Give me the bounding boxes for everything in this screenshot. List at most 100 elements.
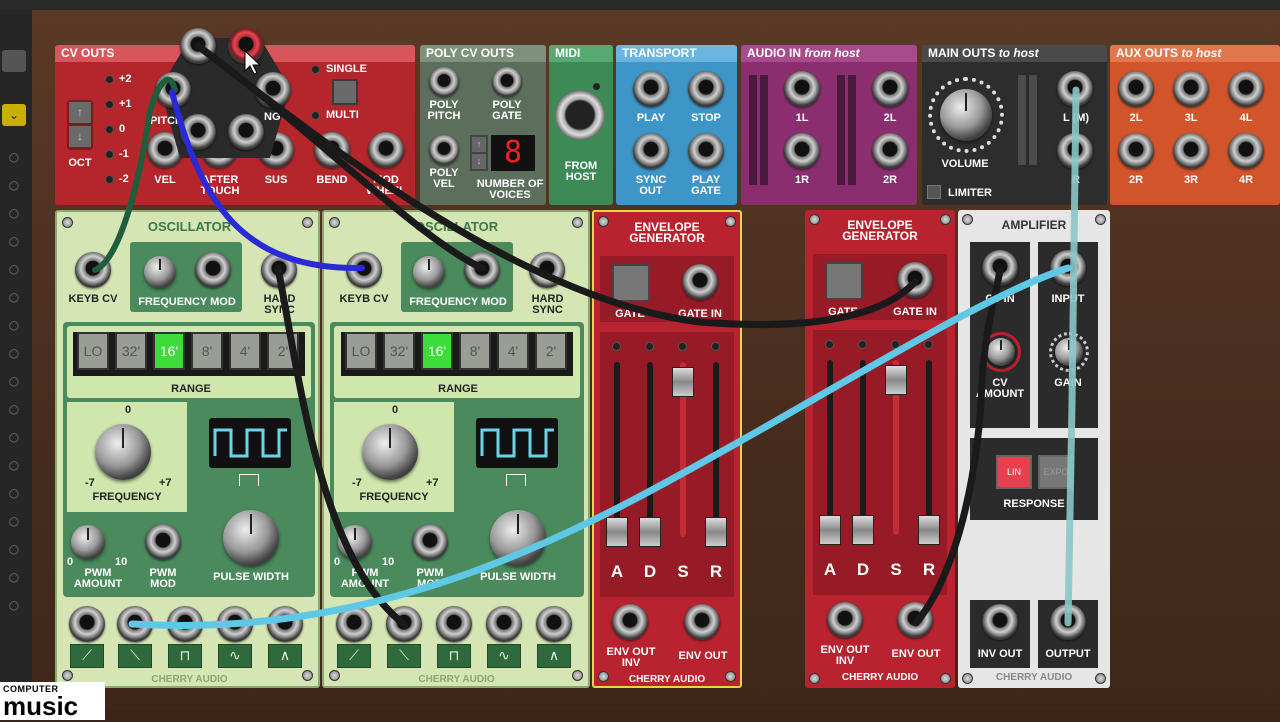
pulse-width-knob[interactable] [490,510,546,566]
ramp-out-jack[interactable] [117,606,153,642]
attack-slider[interactable] [819,515,841,545]
octave-down-button[interactable]: ↓ [69,126,91,147]
gate-button[interactable] [612,264,650,302]
freq-mod-knob[interactable] [413,256,445,288]
range-option-4[interactable]: 4' [497,332,529,370]
audio-in-2r-jack[interactable] [872,133,908,169]
bend-jack[interactable] [314,132,350,168]
sustain-slider[interactable] [885,365,907,395]
aux-3r-jack[interactable] [1173,133,1209,169]
audio-in-1l-jack[interactable] [784,71,820,107]
voices-up-button[interactable]: ↑ [472,137,486,152]
chevron-down-icon[interactable]: ⌄ [2,104,26,126]
sidebar-icon[interactable]: ○ [0,234,28,252]
freq-mod-knob[interactable] [144,256,176,288]
env-out-inv-jack[interactable] [827,602,863,638]
play-gate-jack[interactable] [688,133,724,169]
decay-slider[interactable] [639,517,661,547]
sidebar-icon[interactable]: ○ [0,346,28,364]
range-option-lo[interactable]: LO [345,332,377,370]
sidebar-icon[interactable]: ○ [0,514,28,532]
sidebar-icon[interactable]: ○ [0,598,28,616]
stop-jack[interactable] [688,71,724,107]
attack-slider[interactable] [606,517,628,547]
mod-wheel-jack[interactable] [368,132,404,168]
pwm-mod-jack[interactable] [145,524,181,560]
sine-out-jack[interactable] [486,606,522,642]
sustain-slider[interactable] [672,367,694,397]
poly-pitch-jack[interactable] [429,67,459,97]
pwm-amount-knob[interactable] [338,525,372,559]
range-option-16[interactable]: 16' [153,332,185,370]
triangle-out-jack[interactable] [267,606,303,642]
volume-knob[interactable] [940,89,992,141]
saw-out-jack[interactable] [336,606,372,642]
pulse-width-knob[interactable] [223,510,279,566]
voices-down-button[interactable]: ↓ [472,154,486,169]
input-jack[interactable] [1050,250,1086,286]
aux-3l-jack[interactable] [1173,71,1209,107]
range-option-32[interactable]: 32' [383,332,415,370]
cv-in-jack[interactable] [982,250,1018,286]
frequency-knob[interactable] [362,424,418,480]
env-out-jack[interactable] [684,604,720,640]
pwm-amount-knob[interactable] [71,525,105,559]
sine-out-jack[interactable] [217,606,253,642]
env-out-jack[interactable] [897,602,933,638]
octave-up-button[interactable]: ↑ [69,102,91,123]
hard-sync-jack[interactable] [261,252,297,288]
pulse-out-jack[interactable] [436,606,472,642]
aux-4r-jack[interactable] [1228,133,1264,169]
hard-sync-jack[interactable] [529,252,565,288]
cluster-jack[interactable] [180,114,216,150]
sync-out-jack[interactable] [633,133,669,169]
aux-2r-jack[interactable] [1118,133,1154,169]
range-option-2[interactable]: 2' [267,332,299,370]
range-option-lo[interactable]: LO [77,332,109,370]
cv-amount-knob[interactable] [987,338,1015,366]
gain-knob[interactable] [1055,338,1083,366]
freq-mod-jack[interactable] [464,252,500,288]
main-out-r-jack[interactable] [1057,133,1093,169]
sidebar-icon[interactable]: ○ [0,290,28,308]
inv-out-jack[interactable] [982,604,1018,640]
sidebar-icon[interactable]: ○ [0,542,28,560]
triangle-out-jack[interactable] [536,606,572,642]
range-option-32[interactable]: 32' [115,332,147,370]
sidebar-icon[interactable]: ○ [0,486,28,504]
range-option-2[interactable]: 2' [535,332,567,370]
main-out-l-jack[interactable] [1057,71,1093,107]
output-jack[interactable] [1050,604,1086,640]
pitch-jack[interactable] [155,72,191,108]
release-slider[interactable] [705,517,727,547]
gate-in-jack[interactable] [682,264,718,300]
sidebar-icon[interactable]: ○ [0,570,28,588]
gate-out-jack[interactable] [180,28,216,64]
poly-gate-jack[interactable] [492,67,522,97]
range-option-8[interactable]: 8' [459,332,491,370]
voices-stepper[interactable]: ↑ ↓ [470,135,488,171]
pwm-mod-jack[interactable] [412,524,448,560]
play-jack[interactable] [633,71,669,107]
sidebar-icon[interactable] [2,50,26,72]
sidebar-icon[interactable]: ○ [0,402,28,420]
gate-jack[interactable] [255,72,291,108]
limiter-checkbox[interactable] [927,185,941,199]
freq-mod-jack[interactable] [195,252,231,288]
gate-button[interactable] [825,262,863,300]
sidebar-icon[interactable]: ○ [0,178,28,196]
keyb-cv-jack[interactable] [75,252,111,288]
lin-button[interactable]: LIN [996,455,1032,489]
env-out-inv-jack[interactable] [612,604,648,640]
audio-in-2l-jack[interactable] [872,71,908,107]
keyb-cv-jack[interactable] [346,252,382,288]
sidebar-icon[interactable]: ○ [0,430,28,448]
range-option-4[interactable]: 4' [229,332,261,370]
sidebar-icon[interactable]: ○ [0,458,28,476]
pulse-out-jack[interactable] [167,606,203,642]
release-slider[interactable] [918,515,940,545]
sidebar-icon[interactable]: ○ [0,262,28,280]
aux-4l-jack[interactable] [1228,71,1264,107]
cluster-jack[interactable] [228,114,264,150]
frequency-knob[interactable] [95,424,151,480]
